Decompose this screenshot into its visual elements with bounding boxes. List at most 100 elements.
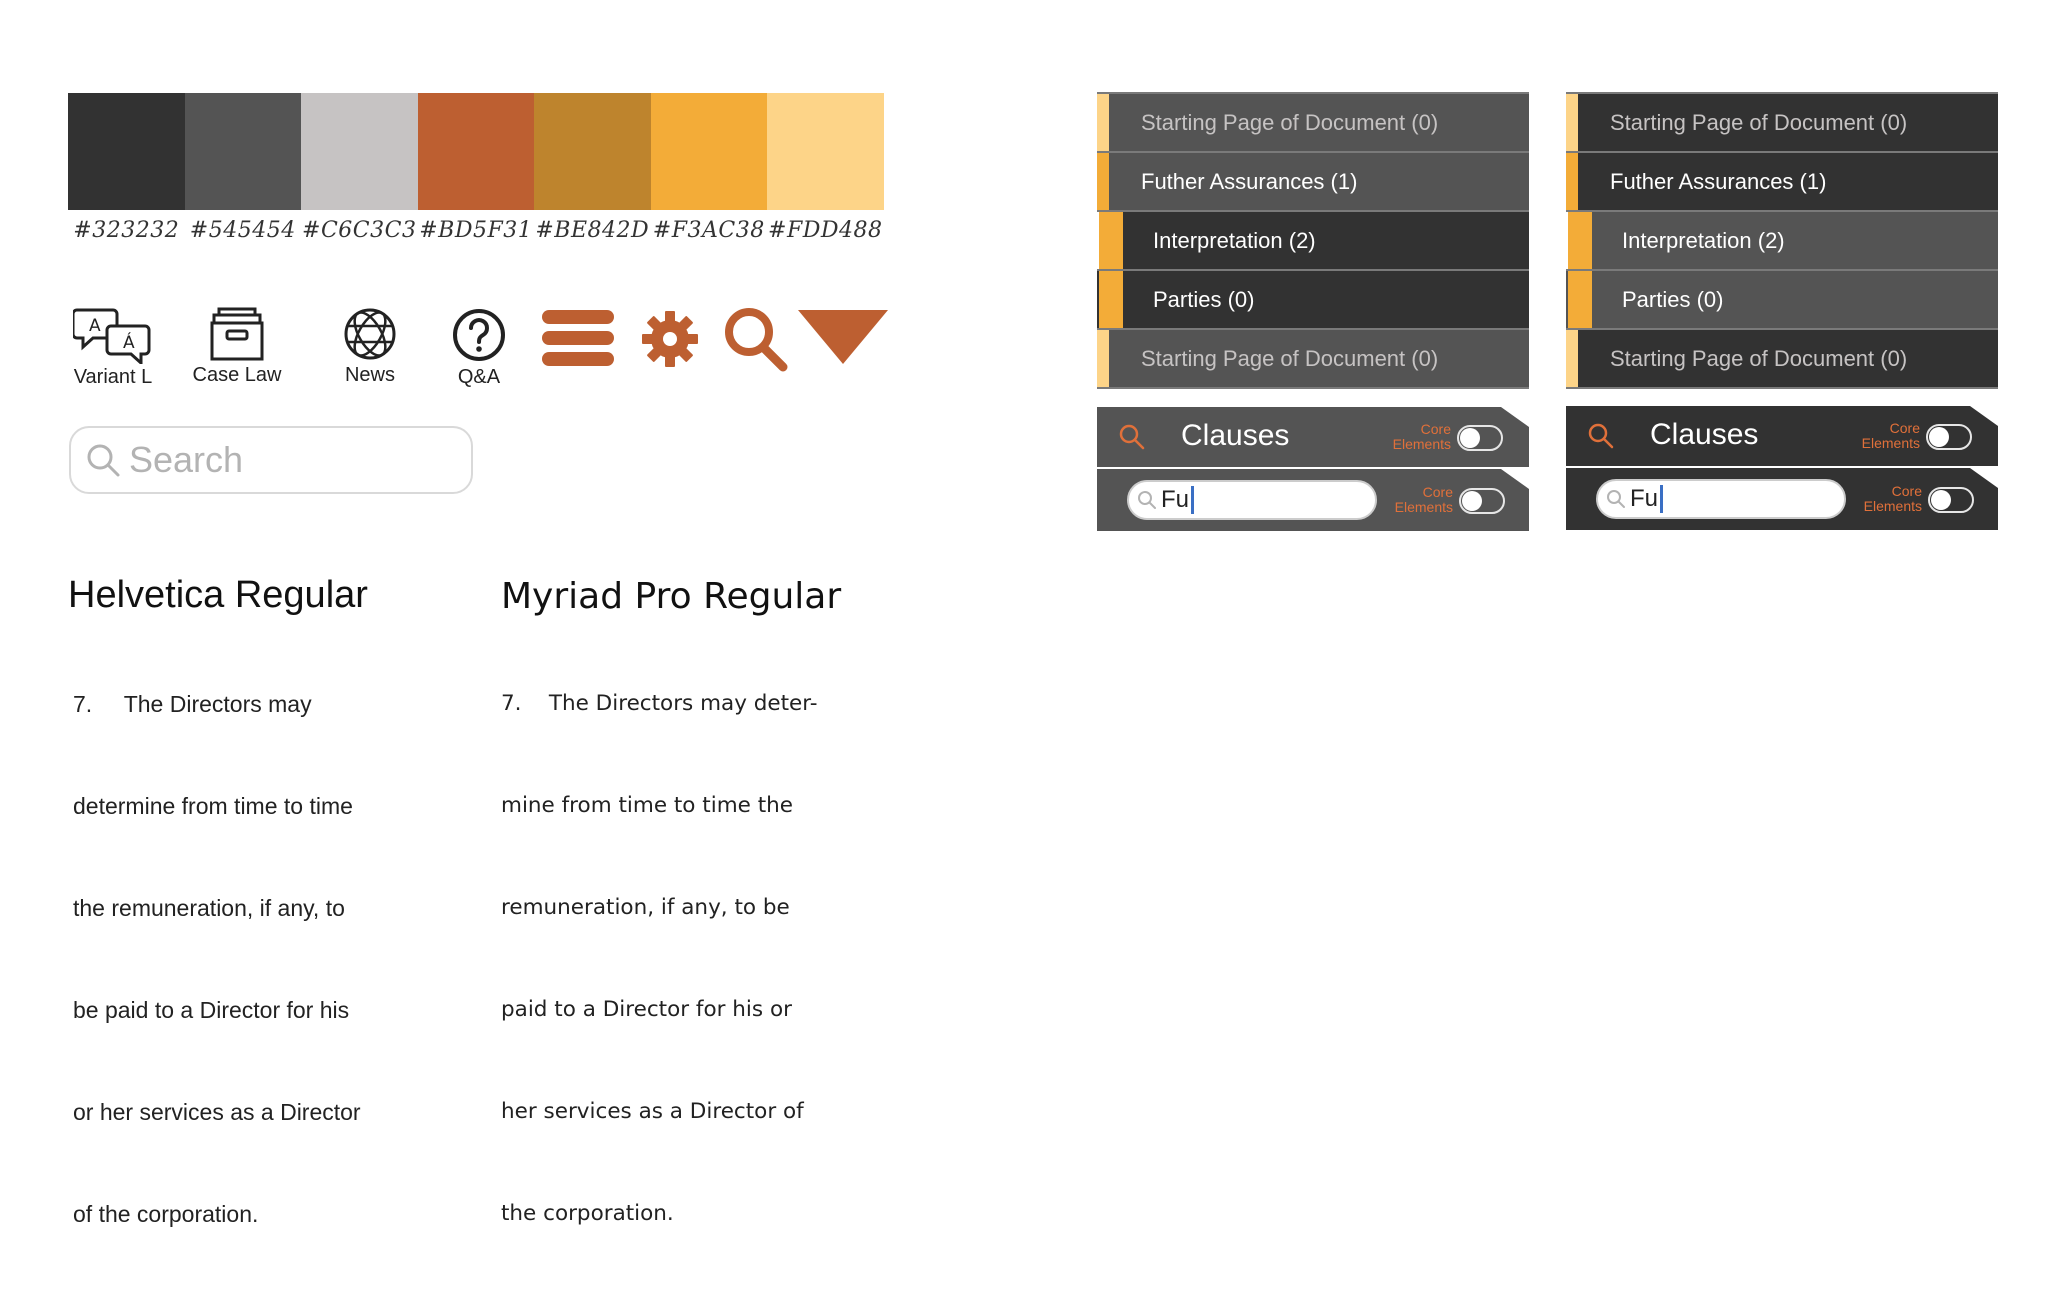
qa-tool[interactable]: Q&A: [439, 306, 519, 389]
core-elements-toggle[interactable]: [1926, 424, 1972, 450]
swatch-code: #BE842D: [535, 218, 650, 243]
body-line: remuneration, if any, to be: [501, 895, 790, 920]
list-item[interactable]: Starting Page of Document (0): [1097, 330, 1529, 389]
core-elements-toggle[interactable]: [1928, 487, 1974, 513]
variant-tool[interactable]: A Á Variant L: [68, 306, 158, 389]
body-line: 7. The Directors may: [73, 691, 312, 717]
svg-text:A: A: [89, 316, 101, 336]
list-item[interactable]: Parties (0): [1097, 271, 1529, 330]
level-bar: [1566, 153, 1578, 210]
list-item[interactable]: Starting Page of Document (0): [1566, 94, 1998, 153]
list-item-label: Starting Page of Document (0): [1141, 109, 1439, 135]
case-law-label: Case Law: [192, 364, 282, 386]
clause-filter-input[interactable]: Fu: [1596, 479, 1846, 519]
svg-text:Á: Á: [123, 331, 135, 353]
swatch-code: #FDD488: [768, 218, 883, 243]
swatch: #F3AC38: [650, 93, 767, 243]
list-item[interactable]: Futher Assurances (1): [1097, 153, 1529, 212]
body-line: of the corporation.: [73, 1201, 259, 1227]
hamburger-menu-icon[interactable]: [540, 308, 616, 368]
body-line: be paid to a Director for his: [73, 997, 350, 1023]
toggle-knob: [1931, 490, 1951, 510]
search-icon: [87, 444, 120, 477]
variant-label: Variant L: [73, 366, 153, 388]
core-line: Core: [1891, 483, 1922, 499]
myriad-sample: Myriad Pro Regular 7. The Directors may …: [501, 576, 841, 1299]
level-bar: [1099, 212, 1123, 269]
helvetica-title: Helvetica Regular: [68, 574, 368, 616]
case-law-tool[interactable]: Case Law: [187, 306, 287, 387]
list-item-label: Parties (0): [1153, 286, 1255, 312]
body-line: or her services as a Director: [73, 1099, 361, 1125]
body-line: the remuneration, if any, to: [73, 895, 345, 921]
level-bar: [1568, 212, 1592, 269]
search-icon[interactable]: [1588, 423, 1614, 449]
swatch: #BD5F31: [417, 93, 534, 243]
body-line: the corporation.: [501, 1201, 674, 1226]
list-item-label: Futher Assurances (1): [1610, 168, 1827, 194]
text-caret: [1191, 486, 1195, 514]
swatch-code: #F3AC38: [652, 218, 765, 243]
core-elements-toggle[interactable]: [1457, 425, 1503, 451]
body-line: her services as a Director of: [501, 1099, 804, 1124]
level-bar: [1566, 330, 1578, 387]
news-tool[interactable]: News: [330, 306, 410, 387]
swatch-chip: [301, 93, 418, 210]
core-elements-toggle[interactable]: [1459, 488, 1505, 514]
list-item[interactable]: Starting Page of Document (0): [1097, 94, 1529, 153]
text-caret: [1660, 485, 1664, 513]
body-line: determine from time to time: [73, 793, 353, 819]
search-icon[interactable]: [723, 306, 789, 372]
core-elements-label: Core Elements: [1373, 485, 1453, 515]
swatch: #545454: [184, 93, 301, 243]
translate-chat-icon: A Á: [73, 308, 151, 364]
list-item[interactable]: Interpretation (2): [1097, 212, 1529, 271]
swatch-chip: [184, 93, 301, 210]
body-line: mine from time to time the: [501, 793, 793, 818]
triangle-down-icon[interactable]: [797, 309, 889, 365]
list-item-label: Starting Page of Document (0): [1141, 345, 1439, 371]
search-icon: [1138, 491, 1156, 509]
clauses-title: Clauses: [1181, 419, 1290, 452]
clauses-header-b: Clauses Core Elements: [1566, 406, 1998, 466]
helvetica-body: 7. The Directors may determine from time…: [73, 619, 368, 1299]
myriad-title: Myriad Pro Regular: [501, 576, 842, 617]
core-line: Core: [1420, 421, 1451, 437]
color-palette: #323232 #545454 #C6C3C3 #BD5F31 #BE842D …: [68, 93, 884, 243]
swatch-chip: [417, 93, 534, 210]
swatch: #C6C3C3: [301, 93, 418, 243]
search-icon[interactable]: [1119, 424, 1145, 450]
level-bar: [1097, 94, 1109, 151]
news-label: News: [344, 364, 395, 386]
toggle-knob: [1460, 428, 1480, 448]
core-line: Elements: [1392, 436, 1451, 452]
outline-panel-b: Starting Page of Document (0) Futher Ass…: [1566, 92, 1998, 389]
list-item[interactable]: Starting Page of Document (0): [1566, 330, 1998, 389]
list-item-label: Starting Page of Document (0): [1610, 345, 1908, 371]
list-item[interactable]: Futher Assurances (1): [1566, 153, 1998, 212]
filter-value: Fu: [1630, 485, 1659, 512]
clauses-filter-a: Fu Core Elements: [1097, 469, 1529, 531]
level-bar: [1097, 330, 1109, 387]
level-bar: [1566, 94, 1578, 151]
swatch-chip: [534, 93, 651, 210]
search-input[interactable]: Search: [69, 426, 473, 494]
clause-filter-input[interactable]: Fu: [1127, 480, 1377, 520]
swatch: #323232: [68, 93, 185, 243]
myriad-body: 7. The Directors may deter- mine from ti…: [501, 619, 841, 1299]
core-line: Core: [1889, 420, 1920, 436]
outline-panel-a: Starting Page of Document (0) Futher Ass…: [1097, 92, 1529, 389]
core-elements-label: Core Elements: [1842, 484, 1922, 514]
filter-value: Fu: [1161, 486, 1190, 513]
list-item-label: Futher Assurances (1): [1141, 168, 1358, 194]
core-line: Elements: [1861, 435, 1920, 451]
search-placeholder: Search: [129, 439, 244, 480]
list-item[interactable]: Interpretation (2): [1566, 212, 1998, 271]
swatch-chip: [68, 93, 185, 210]
swatch: #BE842D: [534, 93, 651, 243]
body-line: paid to a Director for his or: [501, 997, 792, 1022]
search-icon: [1607, 490, 1625, 508]
core-elements-label: Core Elements: [1840, 421, 1920, 451]
gear-icon[interactable]: [641, 310, 699, 368]
list-item[interactable]: Parties (0): [1566, 271, 1998, 330]
